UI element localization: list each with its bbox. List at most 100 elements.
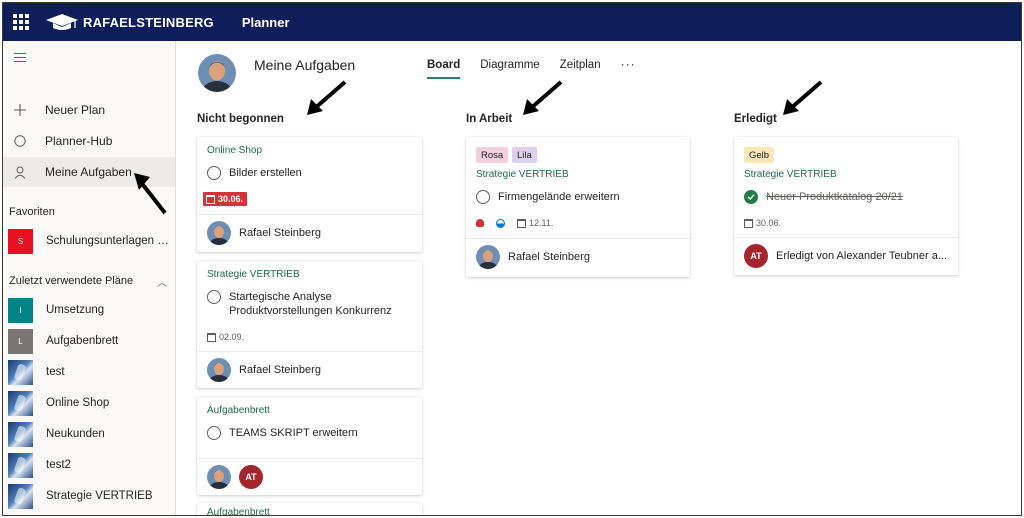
recent-plan-item[interactable]: Neukunden — [3, 421, 175, 447]
due-date: 30.06. — [218, 194, 244, 204]
card-assignee[interactable]: Rafael Steinberg — [207, 358, 321, 382]
plan-label: Schulungsunterlagen Pl... — [46, 235, 171, 247]
recent-plan-item[interactable]: Online Shop — [3, 390, 175, 416]
task-title: Neuer Produktkatalog 20/21 — [766, 191, 903, 203]
hamburger-icon[interactable] — [14, 53, 26, 63]
task-card[interactable]: Aufgabenbrett — [197, 503, 422, 516]
assignee-name: Rafael Steinberg — [508, 251, 590, 263]
complete-checkbox[interactable] — [207, 426, 221, 440]
label-tag-yellow: Gelb — [744, 147, 775, 163]
favorites-header: Favoriten — [9, 206, 55, 218]
hub-circle-icon — [13, 134, 27, 148]
card-plan-name: Aufgabenbrett — [207, 405, 270, 416]
card-status-row: 12.11. — [476, 218, 553, 228]
nav-planner-hub[interactable]: Planner-Hub — [3, 126, 175, 156]
plan-label: Aufgabenbrett — [46, 335, 119, 347]
recent-plan-item[interactable]: L Aufgabenbrett — [3, 328, 175, 354]
column-title-done: Erledigt — [734, 113, 777, 125]
card-assignee[interactable]: Rafael Steinberg — [476, 245, 590, 269]
complete-checkbox[interactable] — [207, 166, 221, 180]
plan-image-icon — [8, 452, 33, 478]
divider — [197, 351, 422, 352]
annotation-arrow-icon — [307, 80, 347, 115]
nav-label: Planner-Hub — [45, 134, 113, 148]
card-task: Firmengelände erweitern — [476, 190, 620, 204]
tab-board[interactable]: Board — [427, 59, 461, 79]
tab-charts[interactable]: Diagramme — [480, 59, 539, 77]
sidebar: Neuer Plan Planner-Hub Meine Aufgaben Fa… — [3, 41, 176, 515]
assignee-avatar — [207, 465, 231, 489]
plan-label: Umsetzung — [46, 304, 105, 316]
assignee-avatar — [207, 221, 231, 245]
main-board: Meine Aufgaben Board Diagramme Zeitplan … — [177, 41, 1021, 516]
planner-window: RAFAELSTEINBERG Planner Neuer Plan Plann… — [2, 2, 1022, 516]
task-title: Firmengelände erweitern — [498, 191, 620, 203]
completed-check-icon[interactable] — [744, 190, 758, 204]
person-icon — [13, 165, 27, 179]
plan-image-icon — [8, 359, 33, 385]
card-task: TEAMS SKRIPT erweitern — [207, 426, 358, 440]
brand[interactable]: RAFAELSTEINBERG — [45, 12, 214, 32]
graduation-cap-icon — [46, 14, 78, 30]
nav-label: Neuer Plan — [45, 103, 106, 117]
chevron-up-icon[interactable]: ︿ — [157, 274, 167, 289]
recent-plan-item[interactable]: I Umsetzung — [3, 297, 175, 323]
recent-plan-item[interactable]: test — [3, 359, 175, 385]
card-assignee[interactable]: Rafael Steinberg — [207, 221, 321, 245]
due-date: 12.11. — [529, 218, 554, 228]
task-card[interactable]: Online Shop Bilder erstellen 30.06. Rafa… — [197, 137, 422, 252]
app-launcher-icon[interactable] — [13, 14, 29, 30]
brand-name: RAFAELSTEINBERG — [83, 14, 214, 30]
more-options-icon[interactable]: ··· — [621, 57, 636, 71]
page-title: Meine Aufgaben — [254, 57, 356, 73]
assignee-avatar — [476, 245, 500, 269]
due-date: 30.06. — [756, 218, 782, 228]
nav-label: Meine Aufgaben — [45, 165, 132, 179]
task-card[interactable]: Aufgabenbrett TEAMS SKRIPT erweitern AT — [197, 397, 422, 495]
column-title-not-started: Nicht begonnen — [197, 113, 284, 125]
card-assignees[interactable]: AT — [207, 465, 271, 489]
completed-by-text: Erledigt von Alexander Teubner a... — [776, 250, 948, 262]
plan-image-icon — [8, 421, 33, 447]
task-title: TEAMS SKRIPT erweitern — [229, 427, 358, 439]
due-date-badge: 02.09. — [207, 332, 244, 342]
calendar-icon — [207, 332, 216, 342]
nav-new-plan[interactable]: Neuer Plan — [3, 95, 175, 125]
top-bar: RAFAELSTEINBERG Planner — [3, 3, 1021, 41]
recent-plan-item[interactable]: test2 — [3, 452, 175, 478]
calendar-icon — [744, 218, 753, 228]
in-progress-icon — [496, 218, 505, 228]
favorite-plan-item[interactable]: S Schulungsunterlagen Pl... — [3, 228, 175, 254]
task-card-completed[interactable]: Gelb Strategie VERTRIEB Neuer Produktkat… — [734, 137, 958, 275]
tab-schedule[interactable]: Zeitplan — [560, 59, 601, 77]
assignee-name: Rafael Steinberg — [239, 227, 321, 239]
complete-checkbox[interactable] — [207, 290, 221, 304]
plan-image-icon — [8, 483, 33, 509]
divider — [197, 214, 422, 215]
calendar-icon — [517, 218, 526, 228]
complete-checkbox[interactable] — [476, 190, 490, 204]
card-plan-name: Aufgabenbrett — [207, 507, 270, 516]
assignee-initials-avatar: AT — [239, 465, 263, 489]
task-card[interactable]: Strategie VERTRIEB Startegische Analyse … — [197, 261, 422, 388]
view-tabs: Board Diagramme Zeitplan ··· — [427, 57, 636, 79]
due-date-badge: 30.06. — [744, 218, 781, 228]
calendar-icon — [206, 194, 215, 204]
urgent-bell-icon — [476, 219, 484, 227]
app-name[interactable]: Planner — [242, 15, 290, 30]
plan-tile-icon: I — [8, 297, 33, 323]
plus-icon — [13, 103, 27, 117]
card-task: Bilder erstellen — [207, 166, 302, 180]
task-card[interactable]: Rosa Lila Strategie VERTRIEB Firmengelän… — [466, 137, 690, 277]
plan-label: Strategie VERTRIEB — [46, 490, 153, 502]
completer-initials-avatar: AT — [744, 244, 768, 268]
plan-label: Online Shop — [46, 397, 110, 409]
recent-plan-item[interactable]: Strategie VERTRIEB — [3, 483, 175, 509]
card-task: Startegische Analyse Produktvorstellunge… — [207, 290, 407, 318]
divider — [734, 237, 958, 238]
card-plan-name: Strategie VERTRIEB — [476, 169, 569, 180]
plan-label: test2 — [46, 459, 71, 471]
card-completed-by[interactable]: AT Erledigt von Alexander Teubner a... — [744, 244, 948, 268]
user-avatar[interactable] — [198, 54, 236, 92]
label-tag-purple: Lila — [512, 147, 537, 163]
